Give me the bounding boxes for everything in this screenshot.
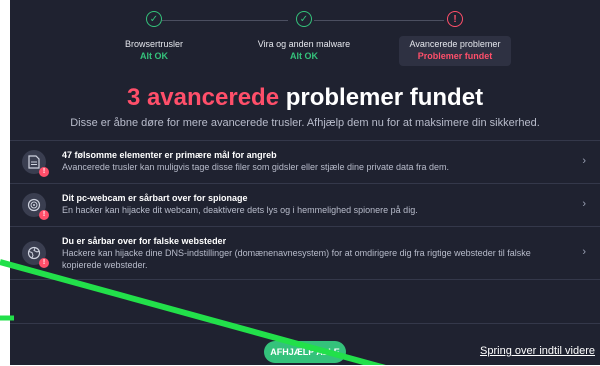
document-icon: ! (22, 150, 49, 177)
issue-count-text: 3 avancerede (126, 84, 280, 111)
page-title-rest: problemer fundet (279, 84, 484, 111)
step-malware-check-icon: ✓ (296, 11, 312, 27)
step-advanced-alert-icon: ! (447, 11, 463, 27)
skip-for-now-link[interactable]: Spring over indtil videre (480, 345, 595, 357)
issue-title: 47 følsomme elementer er primære mål for… (62, 150, 277, 160)
scan-results-panel: ✓ ✓ ! Browsertrusler Alt OK Vira og ande… (10, 0, 600, 365)
globe-icon: ! (22, 241, 49, 268)
issue-description: Avancerede trusler kan muligvis tage dis… (62, 162, 450, 172)
step-status: Alt OK (140, 51, 168, 61)
chevron-right-icon: › (582, 155, 586, 167)
step-browser-check-icon: ✓ (146, 11, 162, 27)
page-title: 3 avancerede problemer fundet (10, 84, 600, 112)
chevron-right-icon: › (582, 198, 586, 210)
issue-description: Hackere kan hijacke dine DNS-indstilling… (62, 248, 531, 270)
step-connector (162, 20, 288, 21)
step-status: Problemer fundet (417, 51, 493, 61)
alert-badge-icon: ! (39, 210, 49, 220)
step-malware[interactable]: Vira og anden malware Alt OK (234, 38, 374, 62)
step-label-text: Browsertrusler (124, 39, 183, 49)
progress-steps: ✓ ✓ ! Browsertrusler Alt OK Vira og ande… (10, 8, 600, 68)
step-label-text: Vira og anden malware (257, 39, 351, 49)
page-subtitle: Disse er åbne døre for mere avancerede t… (70, 117, 540, 129)
step-label-text: Avancerede problemer (409, 39, 501, 49)
step-connector (314, 20, 444, 21)
chevron-right-icon: › (582, 246, 586, 258)
issue-title: Dit pc-webcam er sårbart over for spiona… (62, 193, 248, 203)
issue-sensitive-files[interactable]: ! 47 følsomme elementer er primære mål f… (10, 140, 600, 183)
issue-fake-websites[interactable]: ! Du er sårbar over for falske websteder… (10, 226, 600, 280)
alert-badge-icon: ! (39, 258, 49, 268)
step-advanced[interactable]: Avancerede problemer Problemer fundet (399, 36, 511, 66)
step-browser[interactable]: Browsertrusler Alt OK (84, 38, 224, 62)
alert-badge-icon: ! (39, 167, 49, 177)
fix-all-button[interactable]: AFHJÆLP ALLE (264, 341, 346, 363)
issue-webcam[interactable]: ! Dit pc-webcam er sårbart over for spio… (10, 183, 600, 226)
issue-list: ! 47 følsomme elementer er primære mål f… (10, 140, 600, 280)
issue-title: Du er sårbar over for falske websteder (62, 236, 227, 246)
issue-description: En hacker kan hijacke dit webcam, deakti… (62, 205, 418, 215)
footer-bar: AFHJÆLP ALLE Spring over indtil videre (10, 323, 600, 366)
step-status: Alt OK (290, 51, 318, 61)
webcam-icon: ! (22, 193, 49, 220)
